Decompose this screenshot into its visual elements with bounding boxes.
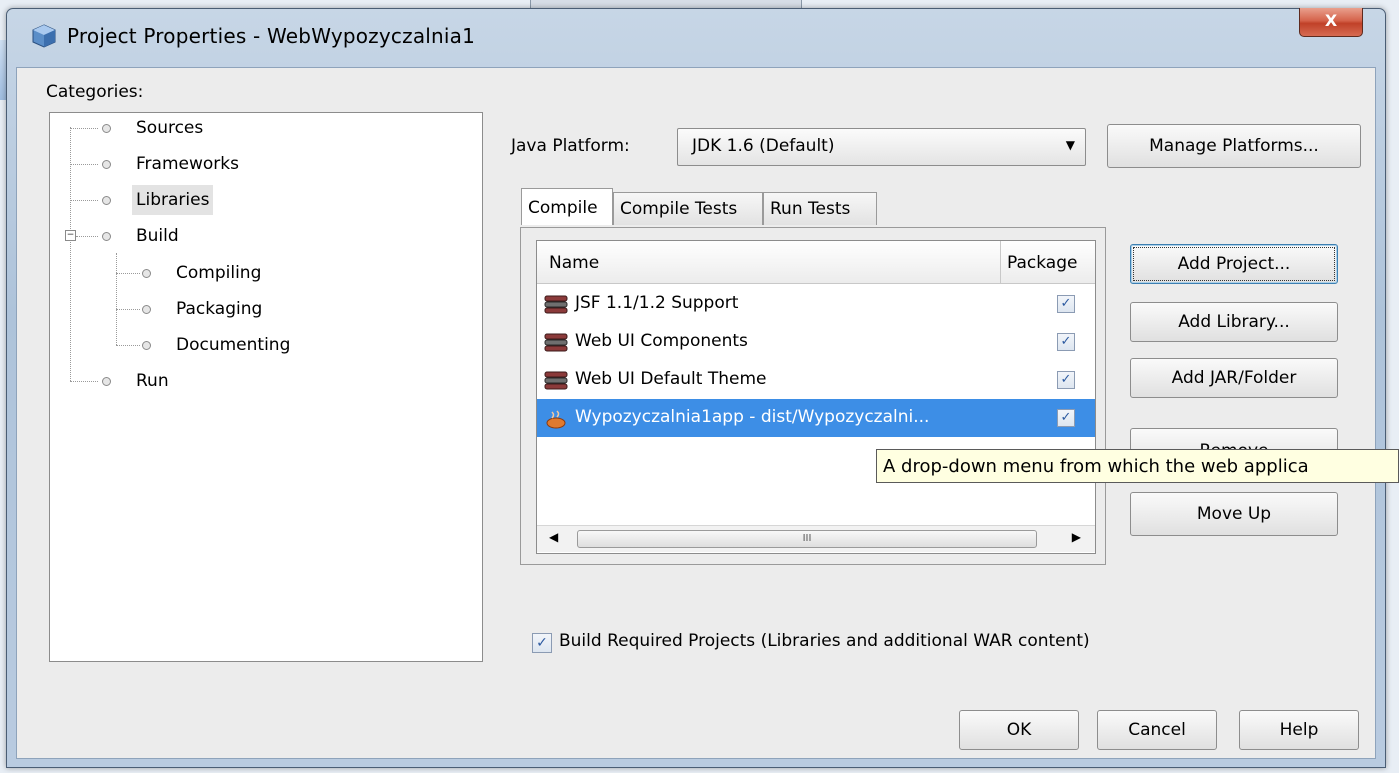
tree-connector xyxy=(70,128,98,129)
node-icon xyxy=(142,341,151,350)
move-up-button[interactable]: Move Up xyxy=(1130,492,1338,536)
java-platform-label: Java Platform: xyxy=(511,136,630,156)
tree-connector xyxy=(70,200,98,201)
add-library-button[interactable]: Add Library... xyxy=(1130,302,1338,342)
table-row[interactable]: Web UI Components ✓ xyxy=(537,323,1095,361)
horizontal-scrollbar[interactable]: ◀ III ▶ xyxy=(537,525,1095,552)
table-row[interactable]: Web UI Default Theme ✓ xyxy=(537,361,1095,399)
project-properties-dialog: Project Properties - WebWypozyczalnia1 X… xyxy=(6,8,1386,768)
tree-item-label: Build xyxy=(136,226,179,246)
package-checkbox[interactable]: ✓ xyxy=(1057,409,1075,427)
table-header: Name Package xyxy=(537,241,1095,284)
tree-connector xyxy=(76,236,98,237)
tab-compile-tests[interactable]: Compile Tests xyxy=(613,192,763,225)
scrollbar-thumb[interactable]: III xyxy=(577,530,1037,548)
tree-item-label: Packaging xyxy=(176,299,263,319)
node-icon xyxy=(102,124,111,133)
tree-connector xyxy=(70,127,71,381)
row-name: JSF 1.1/1.2 Support xyxy=(575,293,739,313)
libraries-table[interactable]: Name Package JSF 1.1/1.2 Support ✓ Web U… xyxy=(536,240,1096,554)
close-button[interactable]: X xyxy=(1299,8,1363,37)
window-title: Project Properties - WebWypozyczalnia1 xyxy=(67,24,476,48)
dropdown-arrow-icon[interactable]: ▼ xyxy=(1066,138,1075,152)
package-checkbox[interactable]: ✓ xyxy=(1057,371,1075,389)
add-jar-folder-button[interactable]: Add JAR/Folder xyxy=(1130,358,1338,398)
row-name: Web UI Default Theme xyxy=(575,369,767,389)
categories-label: Categories: xyxy=(46,82,144,102)
java-platform-select[interactable]: JDK 1.6 (Default) ▼ xyxy=(677,128,1086,166)
library-icon xyxy=(544,333,568,352)
package-checkbox[interactable]: ✓ xyxy=(1057,295,1075,313)
tree-connector xyxy=(116,309,140,310)
ok-button[interactable]: OK xyxy=(959,710,1079,750)
scroll-left-icon[interactable]: ◀ xyxy=(549,530,558,544)
add-project-button[interactable]: Add Project... xyxy=(1130,244,1338,284)
row-name: Web UI Components xyxy=(575,331,748,351)
categories-tree[interactable]: − Sources Frameworks Libraries Build Com… xyxy=(49,112,483,662)
tree-connector xyxy=(70,381,98,382)
netbeans-cube-icon xyxy=(32,24,56,48)
node-icon xyxy=(102,196,111,205)
java-platform-value: JDK 1.6 (Default) xyxy=(692,136,835,156)
tab-compile[interactable]: Compile xyxy=(521,188,613,225)
library-icon xyxy=(544,295,568,314)
tree-connector xyxy=(70,164,98,165)
help-button[interactable]: Help xyxy=(1239,710,1359,750)
tree-connector xyxy=(116,345,140,346)
node-icon xyxy=(102,232,111,241)
tree-item-label: Frameworks xyxy=(136,154,239,174)
tree-item-label: Compiling xyxy=(176,263,262,283)
tooltip: A drop-down menu from which the web appl… xyxy=(876,449,1399,483)
tree-item-label: Sources xyxy=(136,118,204,138)
cancel-button[interactable]: Cancel xyxy=(1097,710,1217,750)
tree-item-label: Libraries xyxy=(132,185,214,215)
column-divider xyxy=(1000,241,1001,283)
node-icon xyxy=(142,305,151,314)
title-bar[interactable]: Project Properties - WebWypozyczalnia1 X xyxy=(7,8,1385,67)
tree-item-label: Documenting xyxy=(176,335,291,355)
build-required-checkbox[interactable]: ✓ xyxy=(532,633,552,653)
scroll-right-icon[interactable]: ▶ xyxy=(1072,530,1081,544)
collapse-icon[interactable]: − xyxy=(65,230,76,241)
table-row-selected[interactable]: Wypozyczalnia1app - dist/Wypozyczalni...… xyxy=(537,399,1095,437)
package-checkbox[interactable]: ✓ xyxy=(1057,333,1075,351)
node-icon xyxy=(102,377,111,386)
java-project-icon xyxy=(546,410,566,429)
column-header-name[interactable]: Name xyxy=(549,253,599,273)
tree-item-label: Run xyxy=(136,371,169,391)
table-row[interactable]: JSF 1.1/1.2 Support ✓ xyxy=(537,285,1095,323)
dialog-content: Categories: − Sources Frameworks Librari… xyxy=(16,67,1376,759)
tree-connector xyxy=(116,273,140,274)
build-required-label[interactable]: Build Required Projects (Libraries and a… xyxy=(559,631,1090,651)
row-name: Wypozyczalnia1app - dist/Wypozyczalni... xyxy=(575,407,930,427)
library-icon xyxy=(544,371,568,390)
tab-run-tests[interactable]: Run Tests xyxy=(763,192,877,225)
node-icon xyxy=(102,160,111,169)
tree-connector xyxy=(116,253,117,345)
manage-platforms-button[interactable]: Manage Platforms... xyxy=(1107,124,1361,168)
node-icon xyxy=(142,269,151,278)
column-header-package[interactable]: Package xyxy=(1007,253,1077,273)
